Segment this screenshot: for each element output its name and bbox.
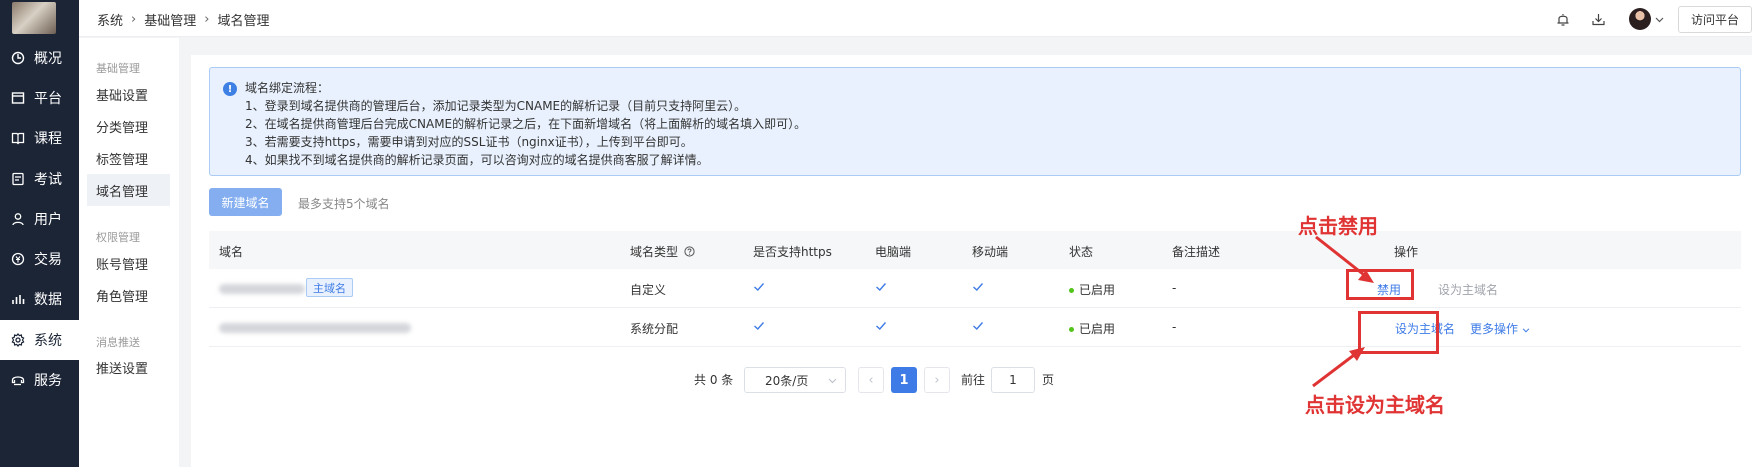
- annotation-arrows: [1312, 235, 1374, 388]
- annotation-arrow-primary: [1312, 350, 1359, 388]
- annotation-arrowhead-primary: [1349, 347, 1365, 361]
- annotation-arrow-disable: [1315, 235, 1369, 280]
